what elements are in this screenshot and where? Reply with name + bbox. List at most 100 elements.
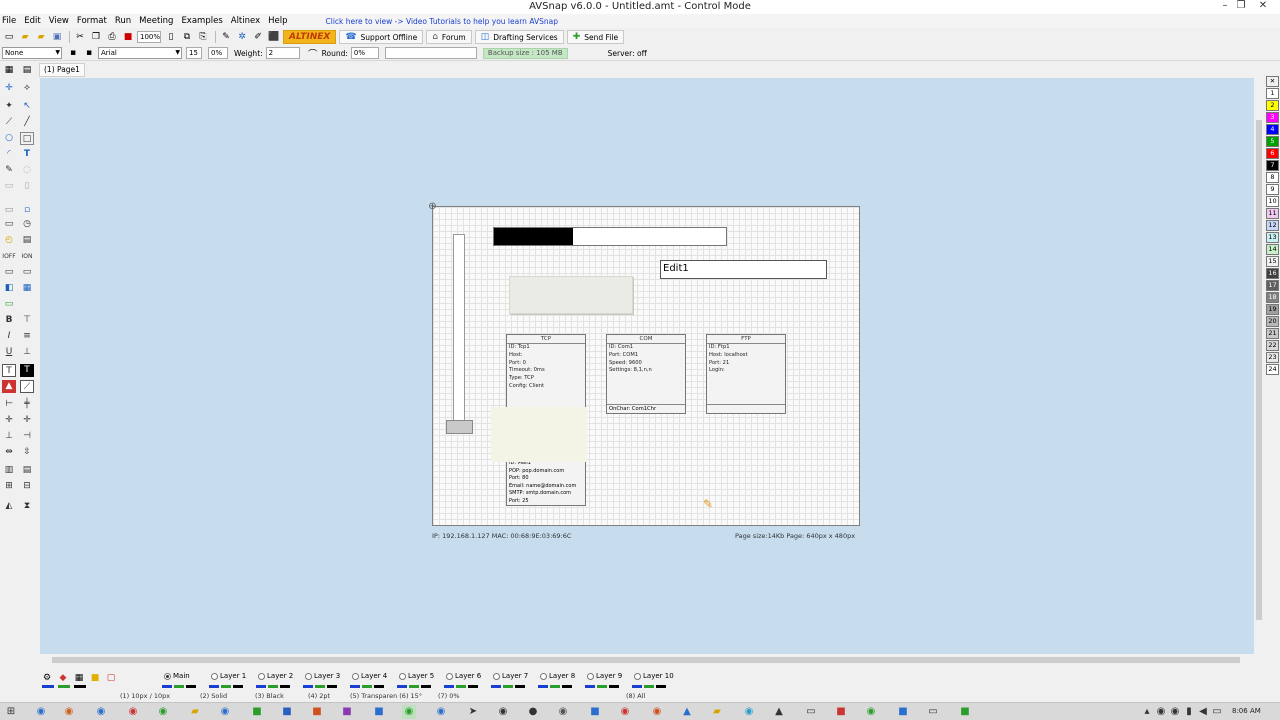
color-swatch-16[interactable]: 16: [1266, 268, 1279, 279]
menu-edit[interactable]: Edit: [24, 16, 40, 26]
edit-box-tool-icon[interactable]: ▭: [2, 218, 16, 231]
layer-fill-icon[interactable]: ◆: [56, 671, 70, 685]
app-icon[interactable]: ■: [372, 705, 386, 719]
vertical-scrollbar[interactable]: [1254, 78, 1264, 658]
clipboard-icon[interactable]: ⎘: [196, 30, 210, 44]
color-swatch-21[interactable]: 21: [1266, 328, 1279, 339]
horizontal-scrollbar[interactable]: [40, 655, 1254, 665]
pdf-icon[interactable]: ⬛: [267, 30, 281, 44]
timer-tool-icon[interactable]: ◴: [2, 234, 16, 247]
layer-radio-layer-4[interactable]: Layer 4: [352, 672, 387, 680]
email-object[interactable]: ID: Mail1 POP: pop.domain.com Port: 80 E…: [506, 459, 586, 506]
image-tool-icon[interactable]: ▤: [20, 234, 34, 247]
tray-icon[interactable]: ◉: [1154, 705, 1168, 719]
avsnap-taskbar-icon[interactable]: ◉: [402, 705, 416, 719]
menu-file[interactable]: File: [2, 16, 16, 26]
app-icon[interactable]: ➤: [466, 705, 480, 719]
color-swatch-5[interactable]: 5: [1266, 136, 1279, 147]
copy-icon[interactable]: ❐: [89, 30, 103, 44]
color-swatch-20[interactable]: 20: [1266, 316, 1279, 327]
shape-tool-icon[interactable]: ▫: [20, 204, 34, 217]
layer-radio-layer-5[interactable]: Layer 5: [399, 672, 434, 680]
line-style-icon[interactable]: ▪: [66, 46, 80, 60]
volume-icon[interactable]: ◀: [1196, 705, 1210, 719]
color-swatch-2[interactable]: 2: [1266, 100, 1279, 111]
print-icon[interactable]: ⎙: [105, 30, 119, 44]
magic-tool-icon[interactable]: ✦: [2, 100, 16, 113]
layer-lock-icon[interactable]: ⚙: [40, 671, 54, 685]
app-icon[interactable]: ◉: [34, 705, 48, 719]
button-object[interactable]: [509, 276, 633, 314]
ellipse-tool-icon[interactable]: ○: [2, 132, 16, 145]
page-canvas[interactable]: ⊕ Edit1 TCP ID: Tcp1 Host: Port: 0 Timeo…: [428, 201, 860, 526]
clock-tool-icon[interactable]: ◷: [20, 218, 34, 231]
fill-style-icon[interactable]: ▪: [82, 46, 96, 60]
blank-field[interactable]: [384, 47, 477, 59]
page-anchor-icon[interactable]: ⊕: [427, 201, 438, 212]
progress-tool-icon[interactable]: ▭: [20, 266, 34, 279]
font-combo[interactable]: Arial ▼: [98, 47, 182, 59]
color-swatch-7[interactable]: 7: [1266, 160, 1279, 171]
code-icon[interactable]: ✲: [235, 30, 249, 44]
color-swatch-13[interactable]: 13: [1266, 232, 1279, 243]
tray-icon[interactable]: ◉: [1168, 705, 1182, 719]
edit1-textbox[interactable]: Edit1: [660, 260, 827, 279]
flip-v-icon[interactable]: ⧗: [20, 500, 34, 513]
underline-icon[interactable]: U: [2, 346, 16, 359]
horizontal-scroll-thumb[interactable]: [52, 657, 1240, 663]
app-icon[interactable]: ◉: [434, 705, 448, 719]
pan-tool-icon[interactable]: ⟡: [20, 82, 34, 95]
vertical-scroll-thumb[interactable]: [1256, 120, 1262, 620]
brush-tool-icon[interactable]: ✎: [2, 164, 16, 177]
layer-grid-icon[interactable]: ▦: [72, 671, 86, 685]
color-swatch-24[interactable]: 24: [1266, 364, 1279, 375]
app-icon[interactable]: ◉: [156, 705, 170, 719]
app-icon[interactable]: ◉: [496, 705, 510, 719]
color-swatch-19[interactable]: 19: [1266, 304, 1279, 315]
color-swatch-14[interactable]: 14: [1266, 244, 1279, 255]
open-folder-icon[interactable]: ▰: [18, 30, 32, 44]
layer-radio-main[interactable]: Main: [164, 672, 190, 680]
align-left-icon[interactable]: ⊢: [2, 398, 16, 411]
tray-arrow-icon[interactable]: ▴: [1140, 705, 1154, 719]
folder-icon[interactable]: ▰: [188, 705, 202, 719]
app-icon[interactable]: ◉: [864, 705, 878, 719]
tcp-object[interactable]: TCP ID: Tcp1 Host: Port: 0 Timeout: 0ms …: [506, 334, 586, 414]
space-h-icon[interactable]: ⇹: [2, 446, 16, 459]
notification-icon[interactable]: ▭: [1210, 705, 1224, 719]
line-color-icon[interactable]: ⟋: [20, 380, 34, 393]
app-icon[interactable]: ■: [834, 705, 848, 719]
send-file-button[interactable]: ✚ Send File: [566, 30, 625, 44]
palette-none-swatch[interactable]: ✕: [1266, 76, 1279, 87]
com-object[interactable]: COM ID: Com1 Port: COM1 Speed: 9600 Sett…: [606, 334, 686, 414]
layer-color-icon[interactable]: ■: [88, 671, 102, 685]
app-icon[interactable]: ◉: [218, 705, 232, 719]
tab-page1[interactable]: (1) Page1: [39, 63, 85, 77]
color-swatch-22[interactable]: 22: [1266, 340, 1279, 351]
app-icon[interactable]: ▲: [680, 705, 694, 719]
maximize-button[interactable]: ❐: [1232, 0, 1250, 13]
drafting-services-button[interactable]: ◫ Drafting Services: [474, 30, 564, 44]
close-button[interactable]: ✕: [1254, 0, 1272, 13]
layer-delete-icon[interactable]: ▢: [104, 671, 118, 685]
fill-color-icon[interactable]: ▲: [2, 380, 16, 393]
align-base-icon[interactable]: ⊥: [2, 430, 16, 443]
align-top-icon[interactable]: ⊤: [20, 314, 34, 327]
app-icon[interactable]: ■: [958, 705, 972, 719]
app-icon[interactable]: ●: [526, 705, 540, 719]
curve-icon[interactable]: ⌒: [306, 46, 320, 60]
layer-radio-layer-9[interactable]: Layer 9: [587, 672, 622, 680]
font-size-field[interactable]: 15: [186, 47, 202, 59]
distribute-v-icon[interactable]: ⊟: [20, 480, 34, 493]
arc-tool-icon[interactable]: ◜: [2, 148, 16, 161]
layer-radio-layer-8[interactable]: Layer 8: [540, 672, 575, 680]
rectangle-tool-icon[interactable]: □: [20, 132, 34, 145]
switch-on-tool-icon[interactable]: ION: [20, 250, 34, 263]
italic-icon[interactable]: I: [2, 330, 16, 343]
vertical-slider-track[interactable]: [453, 234, 465, 424]
layer-radio-layer-3[interactable]: Layer 3: [305, 672, 340, 680]
page-icon[interactable]: ▯: [164, 30, 178, 44]
round-field[interactable]: 0%: [350, 47, 379, 59]
polyline-tool-icon[interactable]: ⟋: [2, 116, 16, 129]
folder-icon[interactable]: ▰: [710, 705, 724, 719]
